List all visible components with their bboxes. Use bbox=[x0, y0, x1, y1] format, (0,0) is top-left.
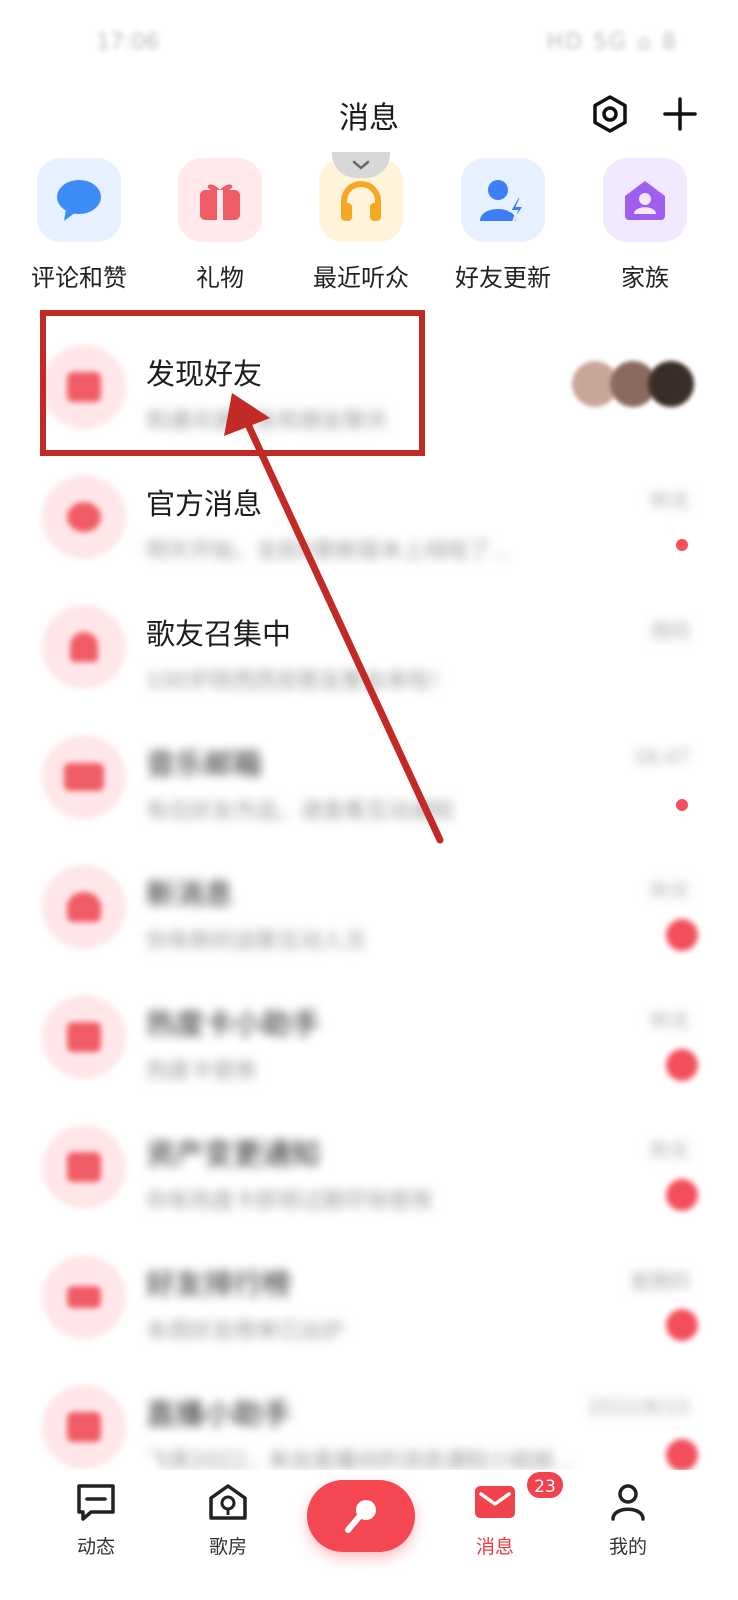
message-row-asset-change[interactable]: 资产变更通知 你有热度卡即将过期尽快使用 昨天 bbox=[0, 1105, 738, 1235]
shortcut-friend-updates[interactable]: 好友更新 bbox=[438, 158, 568, 293]
message-title: 资产变更通知 bbox=[146, 1137, 321, 1171]
nav-profile[interactable]: 我的 bbox=[578, 1480, 678, 1559]
bottom-nav: 动态 歌房 23 消息 我的 bbox=[0, 1470, 738, 1600]
ranking-icon bbox=[42, 1255, 126, 1339]
nav-sing-button[interactable] bbox=[307, 1480, 415, 1552]
header: 消息 bbox=[0, 85, 738, 145]
message-time: 2022/8/15 bbox=[587, 1395, 690, 1419]
unread-badge bbox=[666, 1309, 698, 1341]
chat-bubble-icon bbox=[57, 180, 101, 221]
shortcut-family[interactable]: 家族 bbox=[580, 158, 710, 293]
shortcut-comments-likes[interactable]: 评论和赞 bbox=[14, 158, 144, 293]
message-time: 昨天 bbox=[650, 1139, 690, 1163]
message-preview: 本周好友榜单已出炉 bbox=[146, 1319, 345, 1344]
shortcut-tile bbox=[37, 158, 121, 242]
shortcut-tile bbox=[178, 158, 262, 242]
settings-button[interactable] bbox=[585, 89, 635, 139]
message-time: 昨天 bbox=[650, 489, 690, 513]
status-time: 17:06 bbox=[96, 30, 160, 55]
message-time: 星期四 bbox=[630, 1269, 690, 1293]
mail-icon: 23 bbox=[473, 1470, 565, 1524]
asset-icon bbox=[42, 1125, 126, 1209]
hexagon-settings-icon bbox=[593, 95, 627, 133]
shortcut-label: 最近听众 bbox=[313, 264, 409, 292]
mail-icon bbox=[42, 735, 126, 819]
message-preview: 热度卡使用 bbox=[146, 1059, 257, 1084]
nav-messages[interactable]: 23 消息 bbox=[445, 1470, 565, 1559]
official-message-icon bbox=[42, 475, 126, 559]
nav-label: 我的 bbox=[608, 1536, 647, 1558]
profile-icon bbox=[606, 1480, 650, 1524]
message-title: 新消息 bbox=[146, 877, 234, 911]
add-button[interactable] bbox=[655, 89, 705, 139]
message-row-friend-ranking[interactable]: 好友排行榜 本周好友榜单已出炉 星期四 bbox=[0, 1235, 738, 1365]
shortcut-label: 家族 bbox=[621, 264, 669, 292]
unread-dot bbox=[676, 799, 688, 811]
message-title: 热度卡小助手 bbox=[146, 1007, 321, 1041]
nav-label: 歌房 bbox=[208, 1536, 247, 1558]
song-friends-icon bbox=[42, 605, 126, 689]
unread-badge bbox=[666, 919, 698, 951]
unread-badge bbox=[666, 1049, 698, 1081]
user-lightning-icon bbox=[480, 180, 526, 223]
shortcut-tile bbox=[603, 158, 687, 242]
gift-icon bbox=[200, 184, 240, 220]
unread-count-badge: 23 bbox=[525, 1470, 565, 1500]
message-row-music-mail[interactable]: 音乐邮箱 有位好友作品，请查看互动通知 16:47 bbox=[0, 715, 738, 845]
message-title: 音乐邮箱 bbox=[146, 747, 263, 781]
nav-ktv-room[interactable]: 歌房 bbox=[178, 1480, 278, 1559]
message-preview: 100岁陕西西安歌友聚会来啦！ bbox=[146, 669, 452, 694]
unread-badge bbox=[666, 1179, 698, 1211]
message-time: 昨天 bbox=[650, 879, 690, 903]
message-time: 16:47 bbox=[632, 745, 690, 769]
plus-icon bbox=[663, 97, 697, 131]
message-row-new-messages[interactable]: 新消息 你有新的送歌互动人次 昨天 bbox=[0, 845, 738, 975]
nav-label: 消息 bbox=[475, 1536, 514, 1558]
message-time: 昨天 bbox=[650, 1009, 690, 1033]
message-preview: 明天开始，全民K歌新版本上线啦了... bbox=[146, 539, 512, 564]
message-row-song-friends[interactable]: 歌友召集中 100岁陕西西安歌友聚会来啦！ 周四 bbox=[0, 585, 738, 715]
microphone-icon bbox=[345, 1500, 376, 1533]
message-preview: 你有新的送歌互动人次 bbox=[146, 929, 367, 954]
live-icon bbox=[42, 1385, 126, 1469]
shortcut-gifts[interactable]: 礼物 bbox=[155, 158, 285, 293]
status-bar: 17:06 HD 5G ⌂ 8 bbox=[0, 0, 738, 90]
nav-label: 动态 bbox=[76, 1536, 115, 1558]
message-preview: 你有热度卡即将过期尽快使用 bbox=[146, 1189, 433, 1214]
message-row-official[interactable]: 官方消息 明天开始，全民K歌新版本上线啦了... 昨天 bbox=[0, 455, 738, 585]
shortcut-label: 礼物 bbox=[196, 264, 244, 292]
family-house-icon bbox=[625, 181, 665, 220]
highlight-box bbox=[40, 310, 425, 456]
chevron-down-icon bbox=[352, 160, 370, 170]
friend-avatars bbox=[572, 361, 694, 407]
message-title: 好友排行榜 bbox=[146, 1267, 292, 1301]
message-title: 歌友召集中 bbox=[146, 617, 292, 651]
bell-icon bbox=[42, 865, 126, 949]
shortcut-label: 评论和赞 bbox=[31, 264, 127, 292]
unread-dot bbox=[676, 539, 688, 551]
headphones-icon bbox=[341, 181, 381, 221]
nav-feed[interactable]: 动态 bbox=[46, 1480, 146, 1559]
avatar bbox=[648, 361, 694, 407]
message-row-heat-card[interactable]: 热度卡小助手 热度卡使用 昨天 bbox=[0, 975, 738, 1105]
shortcut-tile bbox=[461, 158, 545, 242]
shortcut-label: 好友更新 bbox=[455, 264, 551, 292]
feed-icon bbox=[74, 1480, 118, 1524]
shortcut-row: 评论和赞 礼物 最近听众 好友更新 家族 bbox=[14, 152, 724, 298]
unread-badge bbox=[666, 1439, 698, 1471]
play-card-icon bbox=[42, 995, 126, 1079]
message-time: 周四 bbox=[650, 619, 690, 643]
shortcut-recent-listeners[interactable]: 最近听众 bbox=[296, 152, 426, 293]
ktv-room-icon bbox=[206, 1480, 250, 1524]
status-icons: HD 5G ⌂ 8 bbox=[546, 30, 678, 55]
message-title: 直播小助手 bbox=[146, 1397, 292, 1431]
message-preview: 有位好友作品，请查看互动通知 bbox=[146, 799, 455, 824]
message-title: 官方消息 bbox=[146, 487, 263, 521]
